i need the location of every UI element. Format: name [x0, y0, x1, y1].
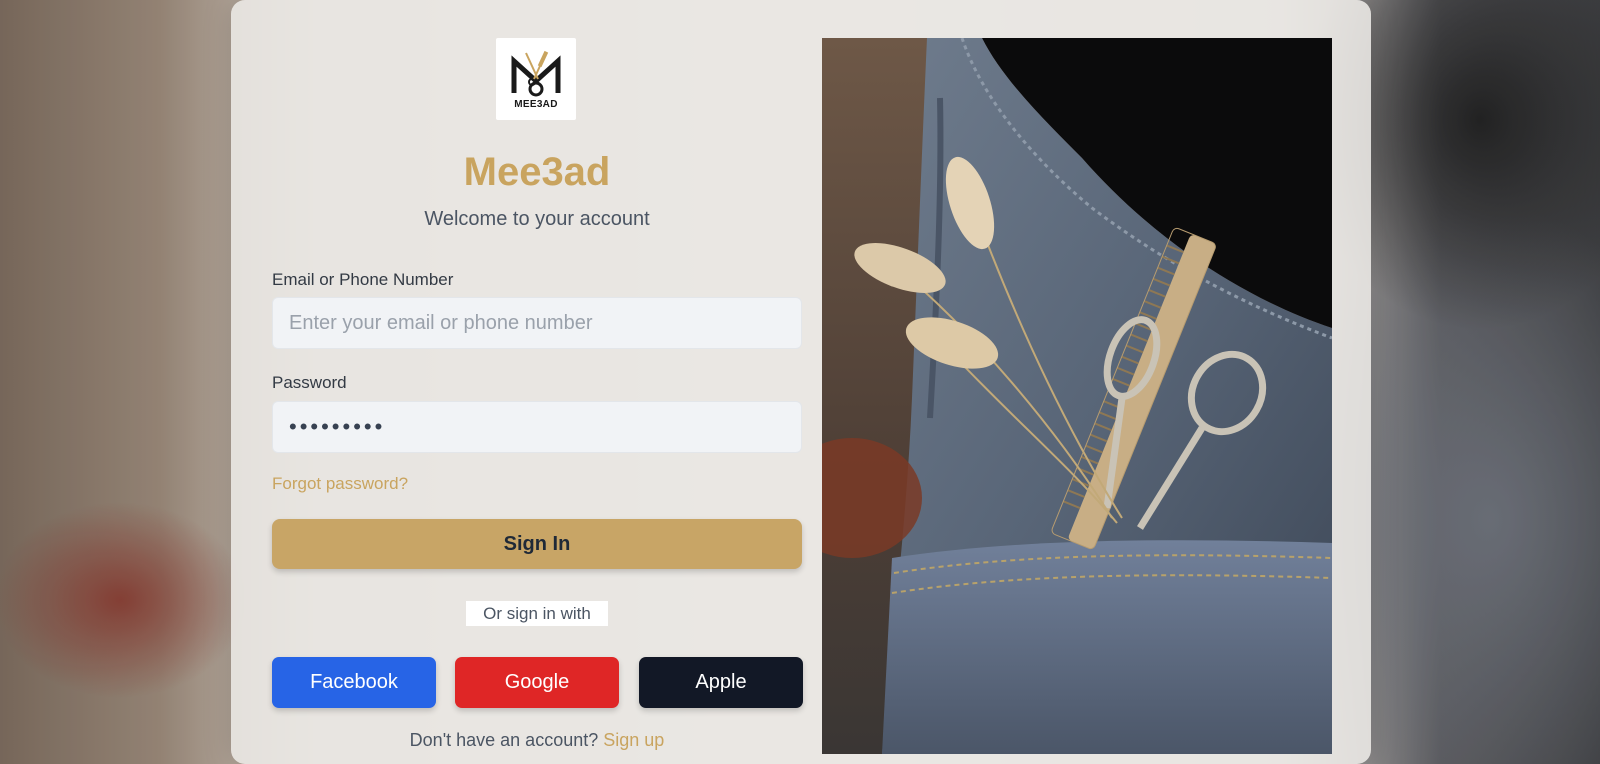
sign-in-button[interactable]: Sign In — [272, 519, 802, 569]
password-label: Password — [272, 373, 347, 392]
apple-button[interactable]: Apple — [639, 657, 803, 708]
signup-link[interactable]: Sign up — [603, 730, 664, 750]
google-button[interactable]: Google — [455, 657, 619, 708]
email-label: Email or Phone Number — [272, 270, 454, 289]
login-form: MEE3AD Mee3ad Welcome to your account Em… — [272, 0, 803, 764]
logo-wordmark: MEE3AD — [514, 98, 558, 110]
hero-photo — [822, 38, 1332, 754]
signup-prompt: Don't have an account? Sign up — [272, 730, 802, 751]
barber-tools-photo-icon — [822, 38, 1332, 754]
brand-logo: MEE3AD — [496, 38, 576, 120]
scissors-comb-logo-icon — [511, 50, 561, 96]
forgot-password-link[interactable]: Forgot password? — [272, 474, 408, 494]
welcome-subtitle: Welcome to your account — [424, 208, 650, 230]
signup-prompt-text: Don't have an account? — [409, 730, 599, 750]
password-field[interactable] — [272, 401, 802, 453]
email-field[interactable] — [272, 297, 802, 349]
social-divider: Or sign in with — [466, 601, 608, 626]
facebook-button[interactable]: Facebook — [272, 657, 436, 708]
page-title: Mee3ad — [463, 150, 611, 194]
